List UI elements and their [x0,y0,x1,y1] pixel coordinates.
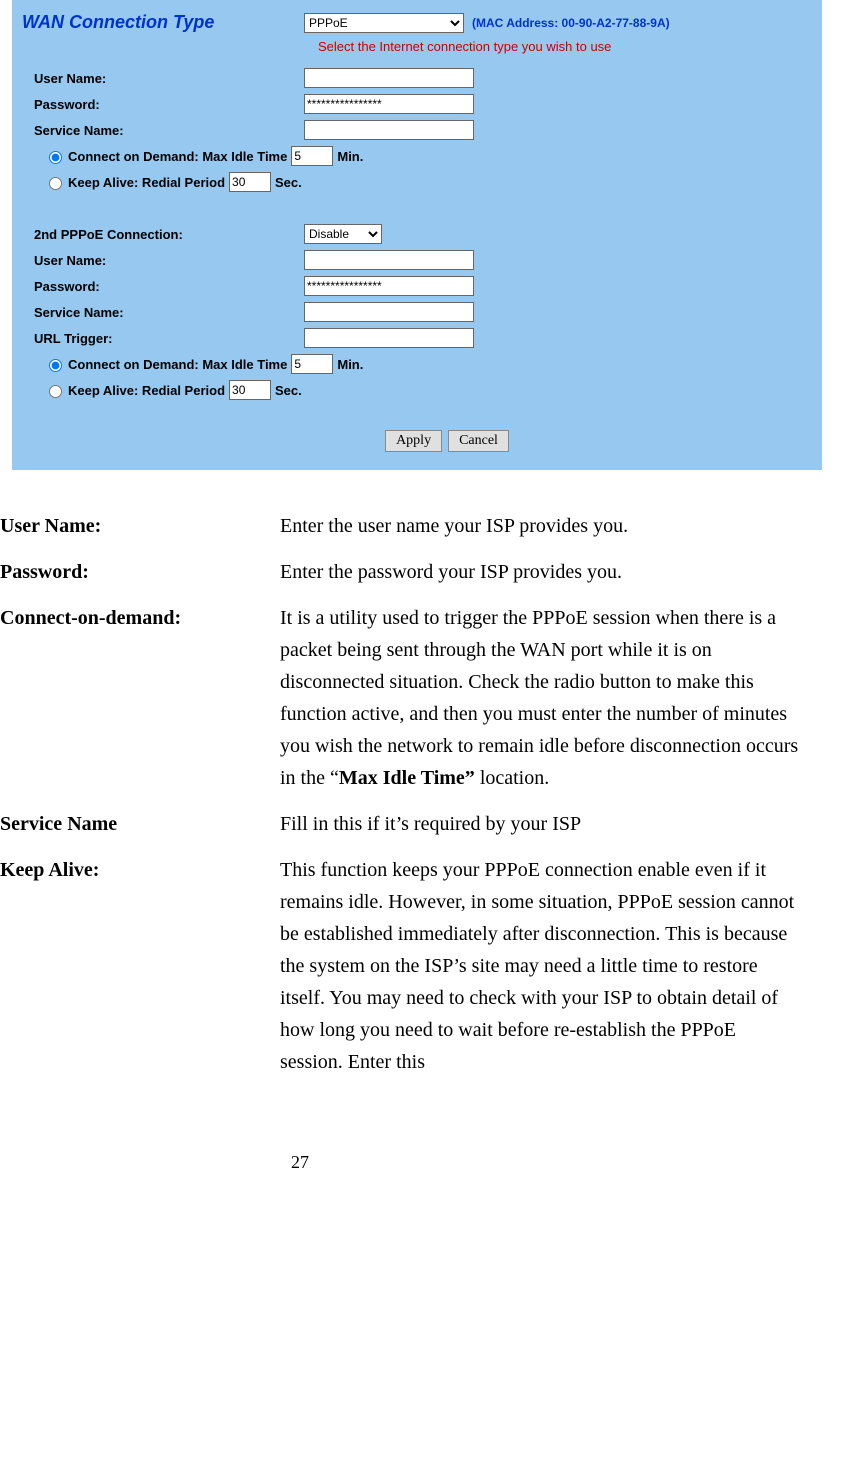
def-term-service-name: Service Name [0,808,280,840]
min-2-suffix: Min. [337,357,363,372]
password-input[interactable] [304,94,474,114]
url-trigger-label: URL Trigger: [22,331,304,346]
password-label: Password: [22,97,304,112]
def-desc-user-name: Enter the user name your ISP provides yo… [280,510,800,542]
sec-2-suffix: Sec. [275,383,302,398]
password-2-label: Password: [22,279,304,294]
user-name-2-input[interactable] [304,250,474,270]
connect-on-demand-2-label: Connect on Demand: Max Idle Time [68,357,287,372]
service-name-label: Service Name: [22,123,304,138]
router-config-panel: WAN Connection Type PPPoE (MAC Address: … [12,0,822,470]
url-trigger-input[interactable] [304,328,474,348]
password-2-input[interactable] [304,276,474,296]
mac-address-label: (MAC Address: 00-90-A2-77-88-9A) [472,16,670,30]
select-type-note: Select the Internet connection type you … [318,39,812,54]
redial-period-2-input[interactable] [229,380,271,400]
cancel-button[interactable]: Cancel [448,430,509,452]
service-name-2-input[interactable] [304,302,474,322]
max-idle-time-2-input[interactable] [291,354,333,374]
sec-suffix: Sec. [275,175,302,190]
page-number: 27 [280,1152,320,1173]
connect-on-demand-label: Connect on Demand: Max Idle Time [68,149,287,164]
def-term-user-name: User Name: [0,510,280,542]
keep-alive-radio[interactable] [49,177,62,190]
def-term-connect-on-demand: Connect-on-demand: [0,602,280,794]
keep-alive-label: Keep Alive: Redial Period [68,175,225,190]
second-pppoe-select[interactable]: Disable [304,224,382,244]
redial-period-input[interactable] [229,172,271,192]
def-term-keep-alive: Keep Alive: [0,854,280,1078]
def-desc-service-name: Fill in this if it’s required by your IS… [280,808,800,840]
apply-button[interactable]: Apply [385,430,442,452]
def-desc-connect-on-demand: It is a utility used to trigger the PPPo… [280,602,800,794]
wan-connection-type-title: WAN Connection Type [22,12,304,33]
documentation-section: User Name: Enter the user name your ISP … [0,470,866,1112]
service-name-input[interactable] [304,120,474,140]
wan-type-select[interactable]: PPPoE [304,13,464,33]
second-pppoe-label: 2nd PPPoE Connection: [22,227,304,242]
keep-alive-2-label: Keep Alive: Redial Period [68,383,225,398]
def-desc-keep-alive: This function keeps your PPPoE connectio… [280,854,800,1078]
keep-alive-2-radio[interactable] [49,385,62,398]
connect-on-demand-2-radio[interactable] [49,359,62,372]
service-name-2-label: Service Name: [22,305,304,320]
connect-on-demand-radio[interactable] [49,151,62,164]
user-name-label: User Name: [22,71,304,86]
min-suffix: Min. [337,149,363,164]
user-name-input[interactable] [304,68,474,88]
user-name-2-label: User Name: [22,253,304,268]
def-desc-password: Enter the password your ISP provides you… [280,556,800,588]
max-idle-time-input[interactable] [291,146,333,166]
def-term-password: Password: [0,556,280,588]
